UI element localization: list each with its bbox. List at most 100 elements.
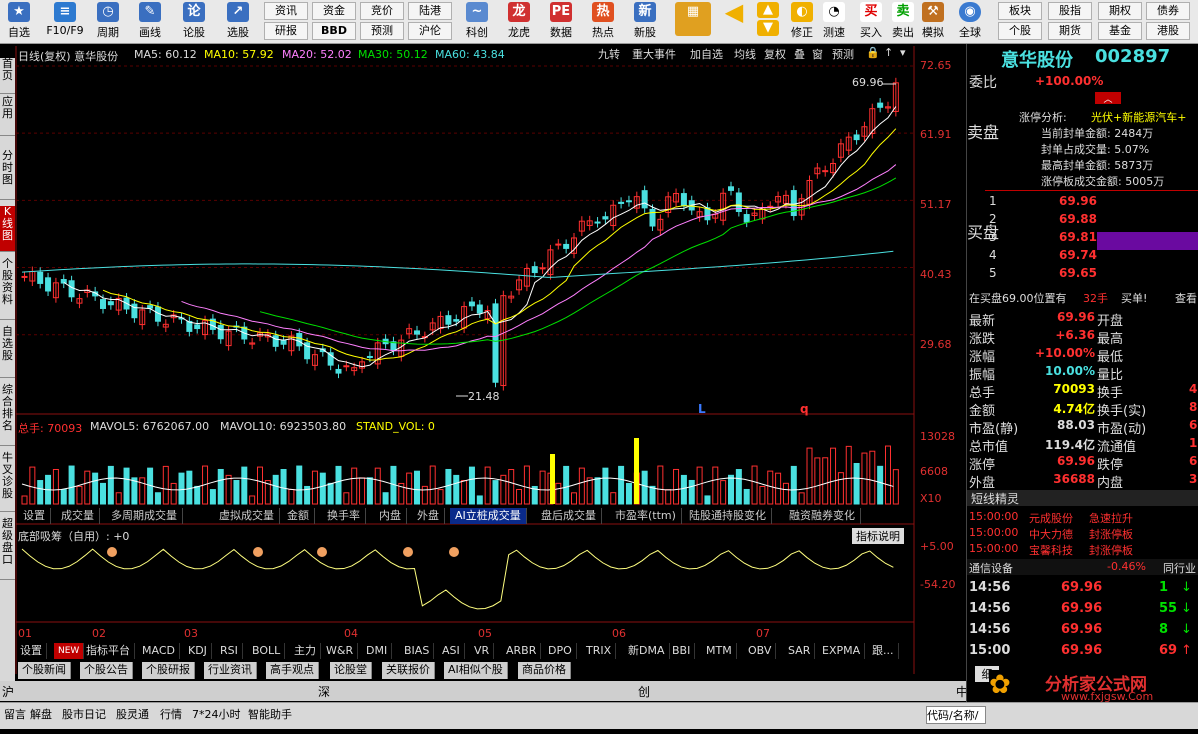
indicator-list-tab[interactable]: W&R bbox=[322, 643, 359, 659]
indicator-tab[interactable]: 设置 bbox=[18, 508, 51, 524]
indicator-tab[interactable]: 多周期成交量 bbox=[106, 508, 183, 524]
bbd-button[interactable]: BBD bbox=[312, 22, 356, 40]
forum-button[interactable]: 论论股 bbox=[178, 2, 210, 42]
status-item[interactable]: 智能助手 bbox=[248, 706, 292, 722]
star-market-button[interactable]: ~ 科创 bbox=[460, 2, 494, 42]
indicator-tab[interactable]: 金额 bbox=[282, 508, 315, 524]
news-button[interactable]: 资讯 bbox=[264, 2, 308, 20]
indicator-list-tab[interactable]: TRIX bbox=[582, 643, 617, 659]
stock-button[interactable]: 个股 bbox=[998, 22, 1042, 40]
hk-button[interactable]: 陆港 bbox=[408, 2, 452, 20]
indicator-help-button[interactable]: 指标说明 bbox=[852, 528, 904, 544]
shanghai-london-button[interactable]: 沪伦 bbox=[408, 22, 452, 40]
select-stock-button[interactable]: ↗ 选股 bbox=[222, 2, 254, 42]
indicator-list-tab[interactable]: EXPMA bbox=[818, 643, 866, 659]
indicator-list-tab[interactable]: 新DMA bbox=[624, 643, 670, 659]
info-tab[interactable]: 行业资讯 bbox=[204, 662, 257, 679]
indicator-tab[interactable]: 外盘 bbox=[412, 508, 445, 524]
indicator-list-tab[interactable]: MACD bbox=[138, 643, 180, 659]
indicator-tab[interactable]: 内盘 bbox=[374, 508, 407, 524]
indicator-list-tab[interactable]: ASI bbox=[438, 643, 465, 659]
indicator-list-tab[interactable]: BBI bbox=[668, 643, 696, 659]
fix-button[interactable]: ◐ 修正 bbox=[786, 2, 818, 42]
status-item[interactable]: 股灵通 bbox=[116, 706, 149, 722]
elf-stock[interactable]: 宝馨科技 bbox=[1029, 542, 1073, 558]
elf-stock[interactable]: 中大力德 bbox=[1029, 526, 1073, 542]
indicator-list-tab[interactable]: DMI bbox=[362, 643, 393, 659]
event-mark[interactable]: L bbox=[698, 402, 706, 416]
view-link[interactable]: 查看 bbox=[1175, 290, 1197, 306]
watchlist-button[interactable]: ★ 自选 bbox=[4, 2, 34, 42]
options-button[interactable]: 期权 bbox=[1098, 2, 1142, 20]
info-tab[interactable]: 商品价格 bbox=[518, 662, 571, 679]
bond-button[interactable]: 债券 bbox=[1146, 2, 1190, 20]
speedtest-button[interactable]: ◔ 测速 bbox=[818, 2, 850, 42]
indicator-tab[interactable]: 成交量 bbox=[56, 508, 100, 524]
info-tab[interactable]: 个股研报 bbox=[142, 662, 195, 679]
indicator-tab[interactable]: 市盈率(ttm) bbox=[610, 508, 682, 524]
draw-button[interactable]: ✎ 画线 bbox=[134, 2, 166, 42]
sell-button[interactable]: 卖卖出 bbox=[888, 2, 918, 42]
indicator-tab[interactable]: AI立桩成交量 bbox=[450, 508, 527, 524]
period-button[interactable]: ◷ 周期 bbox=[92, 2, 124, 42]
status-item[interactable]: 7*24小时 bbox=[192, 706, 241, 722]
indicator-tab[interactable]: 融资融券变化 bbox=[784, 508, 861, 524]
indicator-list-tab[interactable]: 指标平台 bbox=[82, 643, 135, 659]
simulate-button[interactable]: ⚒ 模拟 bbox=[918, 2, 948, 42]
indicator-list-tab[interactable]: BIAS bbox=[400, 643, 435, 659]
indicator-list-tab[interactable]: 主力 bbox=[290, 643, 321, 659]
indicator-list-tab[interactable]: SAR bbox=[784, 643, 816, 659]
info-tab[interactable]: 关联报价 bbox=[382, 662, 435, 679]
status-item[interactable]: 股市日记 bbox=[62, 706, 106, 722]
back-button[interactable]: ◀ bbox=[720, 0, 748, 42]
sector-button[interactable]: 板块 bbox=[998, 2, 1042, 20]
forecast-button[interactable]: 预测 bbox=[360, 22, 404, 40]
search-input[interactable]: 代码/名称/ bbox=[926, 706, 986, 724]
info-tab[interactable]: 个股新闻 bbox=[18, 662, 71, 679]
futures-button[interactable]: 期货 bbox=[1048, 22, 1092, 40]
index-button[interactable]: 股指 bbox=[1048, 2, 1092, 20]
elf-stock[interactable]: 元成股份 bbox=[1029, 510, 1073, 526]
info-tab[interactable]: 高手观点 bbox=[266, 662, 319, 679]
price-tick-label: 40.43 bbox=[920, 268, 952, 281]
status-item[interactable]: 行情 bbox=[160, 706, 182, 722]
f10-button[interactable]: ≡ F10/F9 bbox=[44, 2, 86, 42]
data-button[interactable]: PE 数据 bbox=[544, 2, 578, 42]
status-item[interactable]: 留言 bbox=[4, 706, 26, 722]
status-item[interactable]: 解盘 bbox=[30, 706, 52, 722]
indicator-list-tab[interactable]: KDJ bbox=[184, 643, 212, 659]
hk-stock-button[interactable]: 港股 bbox=[1146, 22, 1190, 40]
indicator-list-tab[interactable]: 跟... bbox=[868, 643, 899, 659]
layout-button[interactable]: ▦ bbox=[672, 2, 714, 42]
global-button[interactable]: ◉ 全球 bbox=[954, 2, 986, 42]
ipo-button[interactable]: 新新股 bbox=[628, 2, 662, 42]
elf-event: 封涨停板 bbox=[1089, 528, 1133, 541]
research-button[interactable]: 研报 bbox=[264, 22, 308, 40]
indicator-tab[interactable]: 盘后成交量 bbox=[536, 508, 602, 524]
event-mark[interactable]: q bbox=[800, 402, 809, 416]
dragon-tiger-button[interactable]: 龙龙虎 bbox=[502, 2, 536, 42]
indicator-list-tab[interactable]: VR bbox=[470, 643, 495, 659]
indicator-list-tab[interactable]: 设置 bbox=[16, 643, 47, 659]
indicator-tab[interactable]: 换手率 bbox=[322, 508, 366, 524]
buy-button[interactable]: 买买入 bbox=[856, 2, 886, 42]
fund-list-button[interactable]: 基金 bbox=[1098, 22, 1142, 40]
indicator-list-tab[interactable]: OBV bbox=[744, 643, 777, 659]
indicator-list-tab[interactable]: ARBR bbox=[502, 643, 542, 659]
updown-button[interactable]: ▲ ▼ bbox=[756, 2, 780, 42]
auction-button[interactable]: 竞价 bbox=[360, 2, 404, 20]
indicator-tab[interactable]: 虚拟成交量 bbox=[214, 508, 280, 524]
indicator-list-tab[interactable]: RSI bbox=[216, 643, 243, 659]
info-tab[interactable]: 个股公告 bbox=[80, 662, 133, 679]
hotspot-button[interactable]: 热热点 bbox=[586, 2, 620, 42]
fund-button[interactable]: 资金 bbox=[312, 2, 356, 20]
indicator-tab[interactable]: 陆股通持股变化 bbox=[684, 508, 772, 524]
indicator-list-tab[interactable]: BOLL bbox=[248, 643, 286, 659]
indicator-list-tab[interactable]: NEW bbox=[54, 643, 85, 659]
indicator-list-tab[interactable]: DPO bbox=[544, 643, 577, 659]
info-tab[interactable]: AI相似个股 bbox=[444, 662, 508, 679]
collapse-icon[interactable]: ︿ bbox=[1095, 92, 1121, 105]
indicator-list-tab[interactable]: MTM bbox=[702, 643, 737, 659]
price-tick-label: 51.17 bbox=[920, 198, 952, 211]
info-tab[interactable]: 论股堂 bbox=[330, 662, 372, 679]
